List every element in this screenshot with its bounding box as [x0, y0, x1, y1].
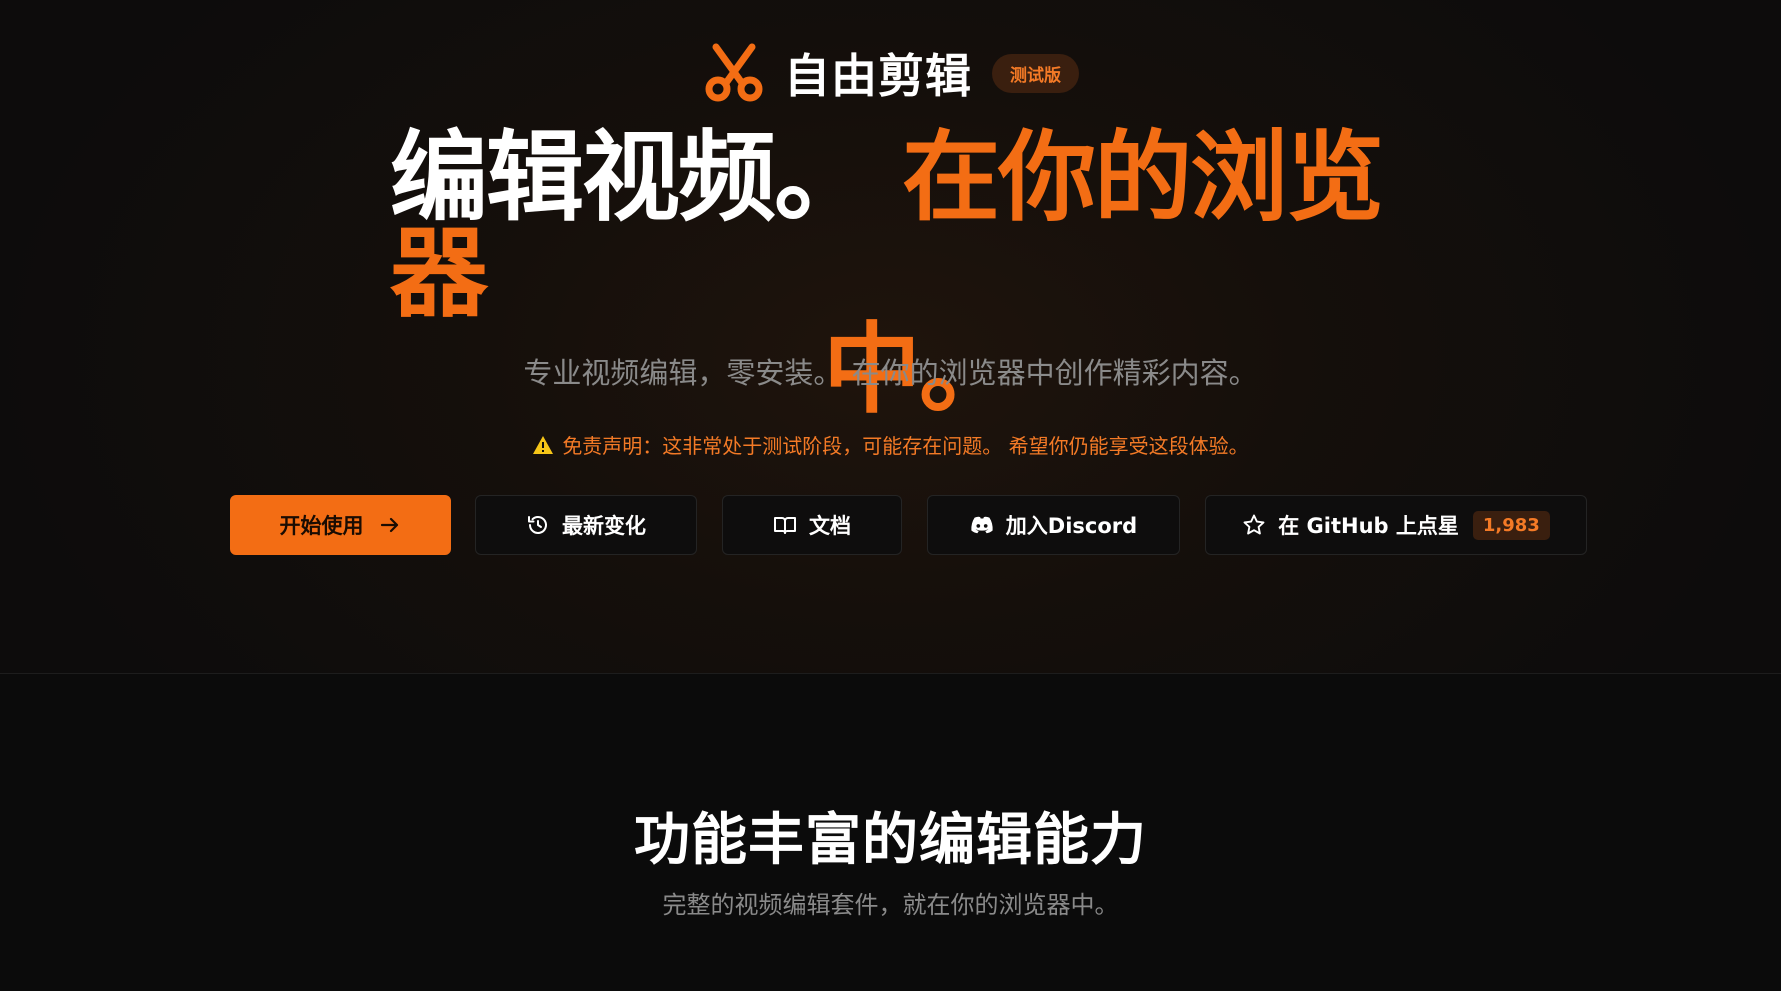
section-divider — [0, 673, 1781, 674]
star-count-badge: 1,983 — [1472, 510, 1550, 540]
beta-badge: 测试版 — [992, 53, 1079, 93]
discord-label: 加入Discord — [1005, 514, 1138, 538]
features-title: 功能丰富的编辑能力 — [634, 808, 1147, 873]
changelog-button[interactable]: 最新变化 — [475, 495, 697, 555]
disclaimer: 免责声明：这非常处于测试阶段，可能存在问题。 希望你仍能享受这段体验。 — [0, 430, 1781, 459]
warning-icon — [532, 435, 554, 455]
scissors-icon[interactable] — [702, 41, 766, 105]
changelog-label: 最新变化 — [562, 514, 646, 538]
get-started-button[interactable]: 开始使用 — [230, 495, 451, 555]
brand-header: 自由剪辑 测试版 — [0, 40, 1781, 106]
disclaimer-text: 免责声明：这非常处于测试阶段，可能存在问题。 希望你仍能享受这段体验。 — [562, 434, 1249, 458]
star-icon — [1242, 513, 1266, 537]
brand-name[interactable]: 自由剪辑 — [784, 40, 972, 106]
discord-button[interactable]: 加入Discord — [927, 495, 1180, 555]
discord-icon — [970, 513, 994, 537]
landing-page: 自由剪辑 测试版 编辑视频。 在你的浏览器 中。 专业视频编辑，零安装。 在你的… — [0, 0, 1781, 991]
history-icon — [526, 513, 550, 537]
arrow-right-icon — [378, 513, 402, 537]
docs-button[interactable]: 文档 — [722, 495, 902, 555]
book-icon — [773, 513, 797, 537]
action-buttons: 开始使用 最新变化 文档 加入Discord 在 GitHub 上点星 1,98… — [0, 495, 1781, 557]
get-started-label: 开始使用 — [279, 514, 364, 538]
github-star-label: 在 GitHub 上点星 — [1278, 514, 1459, 538]
hero-subtitle: 专业视频编辑，零安装。 在你的浏览器中创作精彩内容。 — [523, 356, 1258, 390]
github-star-button[interactable]: 在 GitHub 上点星 1,983 — [1205, 495, 1587, 555]
features-subtitle: 完整的视频编辑套件，就在你的浏览器中。 — [662, 891, 1119, 919]
docs-label: 文档 — [809, 514, 851, 538]
